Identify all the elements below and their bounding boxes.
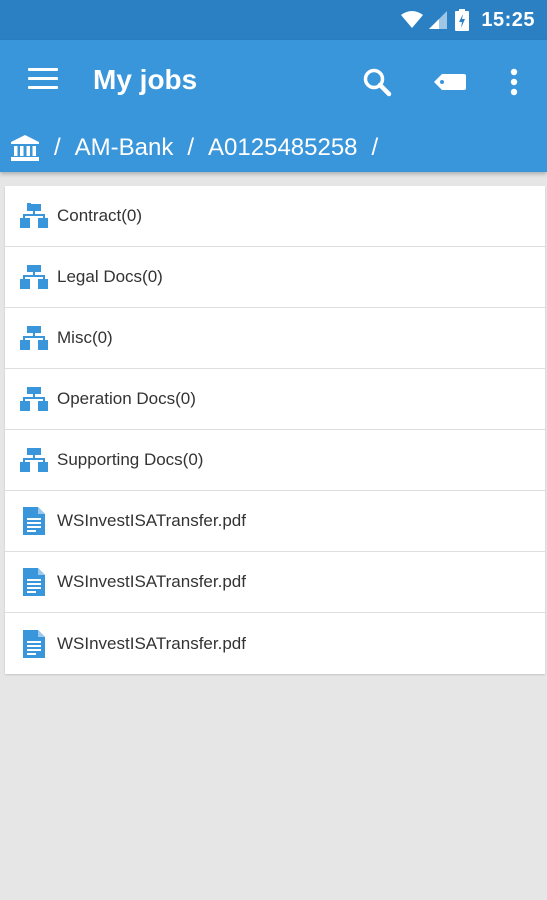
list-item-folder[interactable]: Misc(0) (5, 308, 545, 369)
list-item-folder[interactable]: Legal Docs(0) (5, 247, 545, 308)
folder-tree-icon (19, 386, 49, 412)
signal-icon (429, 11, 448, 29)
folder-tree-icon (19, 203, 49, 229)
page-title: My jobs (93, 64, 198, 95)
list-item-folder[interactable]: Operation Docs(0) (5, 369, 545, 430)
list-item-label: Legal Docs(0) (57, 267, 163, 286)
status-bar: 15:25 (0, 0, 547, 40)
document-icon (19, 568, 49, 596)
battery-icon (455, 9, 470, 31)
bank-icon[interactable] (10, 134, 40, 162)
breadcrumb-item-account[interactable]: A0125485258 (208, 134, 357, 162)
list-item-file[interactable]: WSInvestISATransfer.pdf (5, 491, 545, 552)
list-item-file[interactable]: WSInvestISATransfer.pdf (5, 552, 545, 613)
list-item-label: Operation Docs(0) (57, 389, 196, 408)
list-item-label: WSInvestISATransfer.pdf (57, 572, 246, 591)
toolbar: My jobs (0, 40, 547, 124)
wifi-icon (401, 11, 424, 28)
list-item-label: Contract(0) (57, 206, 143, 225)
list-item-folder[interactable]: Supporting Docs(0) (5, 430, 545, 491)
breadcrumb: / AM-Bank / A0125485258 / (0, 124, 547, 172)
label-tag-icon[interactable] (430, 62, 470, 102)
status-icons (401, 9, 470, 31)
breadcrumb-separator: / (54, 134, 61, 161)
more-options-icon[interactable] (494, 62, 534, 102)
search-icon[interactable] (357, 62, 397, 102)
folder-tree-icon (19, 264, 49, 290)
breadcrumb-separator: / (371, 134, 379, 161)
folder-tree-icon (19, 447, 49, 473)
list-item-file[interactable]: WSInvestISATransfer.pdf (5, 613, 545, 674)
breadcrumb-item-bank[interactable]: AM-Bank (75, 134, 174, 162)
list-item-label: Misc(0) (57, 328, 113, 347)
folder-tree-icon (19, 325, 49, 351)
list-item-label: Supporting Docs(0) (57, 450, 204, 469)
menu-icon[interactable] (28, 68, 58, 92)
document-icon (19, 629, 49, 658)
status-time: 15:25 (481, 8, 535, 31)
list-item-label: WSInvestISATransfer.pdf (57, 633, 246, 653)
list-item-label: WSInvestISATransfer.pdf (57, 511, 246, 530)
document-icon (19, 507, 49, 535)
app-bar: My jobs / AM-Bank / A0125485258 / (0, 40, 547, 172)
breadcrumb-separator: / (187, 134, 195, 161)
list-item-folder[interactable]: Contract(0) (5, 186, 545, 247)
file-list: Contract(0) Legal Docs(0) Misc(0) Operat… (5, 186, 545, 674)
